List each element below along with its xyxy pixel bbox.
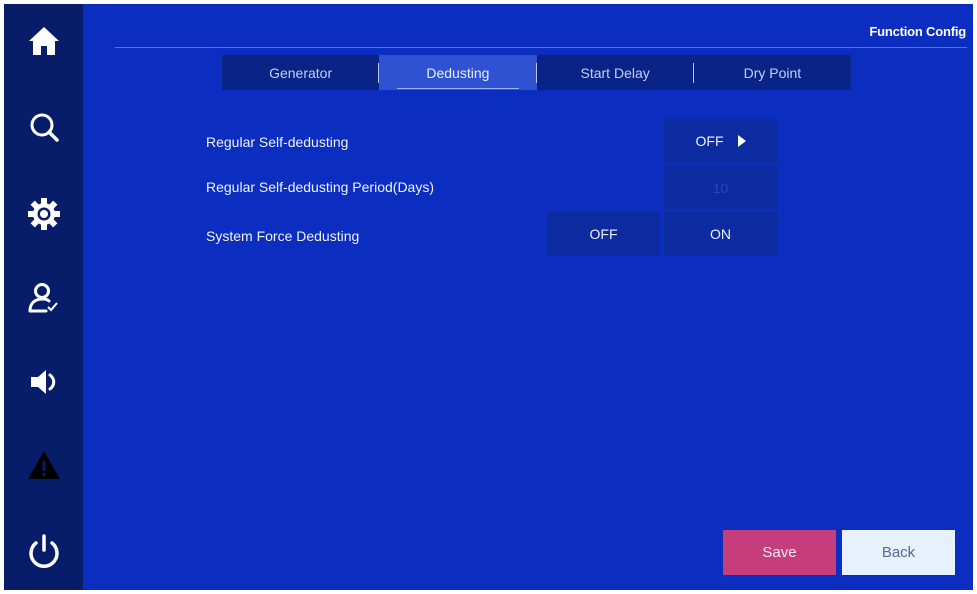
save-button[interactable]: Save (723, 530, 836, 575)
sidebar-item-settings[interactable] (4, 184, 83, 244)
tab-bar: Generator Dedusting Start Delay Dry Poin… (222, 55, 851, 90)
back-button[interactable]: Back (842, 530, 955, 575)
tab-label: Dedusting (426, 64, 490, 81)
sidebar (4, 4, 83, 590)
tab-dry-point[interactable]: Dry Point (694, 55, 851, 90)
caret-right-icon (737, 135, 746, 147)
sidebar-item-home[interactable] (4, 11, 83, 71)
title-divider (115, 47, 967, 48)
tab-generator[interactable]: Generator (222, 55, 380, 90)
gear-icon (27, 198, 60, 230)
tab-label: Dry Point (743, 64, 802, 81)
on-label: ON (710, 226, 731, 242)
system-force-dedusting-off-button[interactable]: OFF (547, 212, 660, 256)
regular-self-dedusting-period-value: 10 (712, 179, 729, 196)
page-title: Function Config (869, 24, 966, 39)
regular-self-dedusting-select[interactable]: OFF (664, 119, 777, 163)
user-check-icon (28, 283, 58, 313)
off-label: OFF (589, 226, 618, 242)
home-icon (28, 27, 59, 55)
sidebar-item-user[interactable] (4, 268, 83, 328)
tab-label: Generator (269, 64, 333, 81)
regular-self-dedusting-label: Regular Self-dedusting (206, 134, 349, 150)
sidebar-item-alarm[interactable] (4, 435, 83, 495)
sidebar-item-power[interactable] (4, 522, 83, 582)
app-window: Function Config Generator Dedusting Star… (4, 4, 973, 590)
tab-start-delay[interactable]: Start Delay (537, 55, 694, 90)
power-icon (28, 534, 59, 568)
warning-icon (27, 451, 60, 479)
regular-self-dedusting-period-label: Regular Self-dedusting Period(Days) (206, 179, 434, 195)
system-force-dedusting-label: System Force Dedusting (206, 228, 360, 244)
regular-self-dedusting-value: OFF (695, 133, 724, 149)
tab-label: Start Delay (580, 64, 650, 81)
tab-dedusting[interactable]: Dedusting (379, 55, 537, 90)
search-icon (30, 113, 59, 142)
regular-self-dedusting-period-field: 10 (664, 166, 777, 209)
sidebar-item-search[interactable] (4, 98, 83, 158)
system-force-dedusting-on-button[interactable]: ON (664, 212, 777, 256)
sidebar-item-sound[interactable] (4, 352, 83, 412)
speaker-icon (30, 370, 55, 394)
